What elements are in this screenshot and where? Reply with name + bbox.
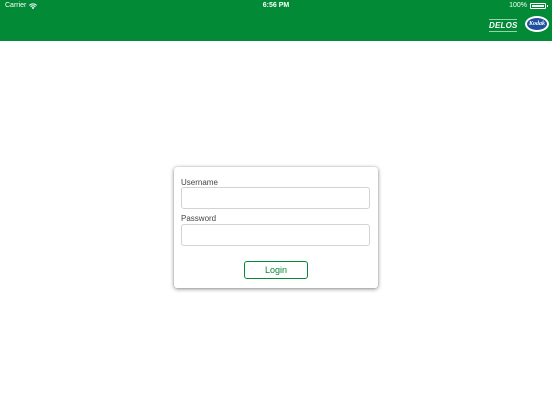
password-input[interactable] [181,224,370,246]
password-label: Password [181,214,217,223]
login-screen: Carrier 6:56 PM 100% DELOS Kodak Usernam… [0,0,552,414]
username-input[interactable] [181,187,370,209]
brand-logo-right-text: Kodak [527,18,547,30]
app-header: Carrier 6:56 PM 100% DELOS Kodak [0,0,552,41]
status-bar: Carrier 6:56 PM 100% [0,0,552,12]
brand-logo-left: DELOS [489,19,518,32]
battery-fill [532,5,544,7]
status-right: 100% [509,0,548,12]
login-form: Username Password Login [174,167,378,288]
battery-percent: 100% [509,2,527,9]
battery-icon [530,3,548,9]
status-time: 6:56 PM [262,2,290,9]
login-button[interactable]: Login [244,261,308,279]
brand-logo-right: Kodak [525,16,549,32]
username-label: Username [181,178,218,187]
